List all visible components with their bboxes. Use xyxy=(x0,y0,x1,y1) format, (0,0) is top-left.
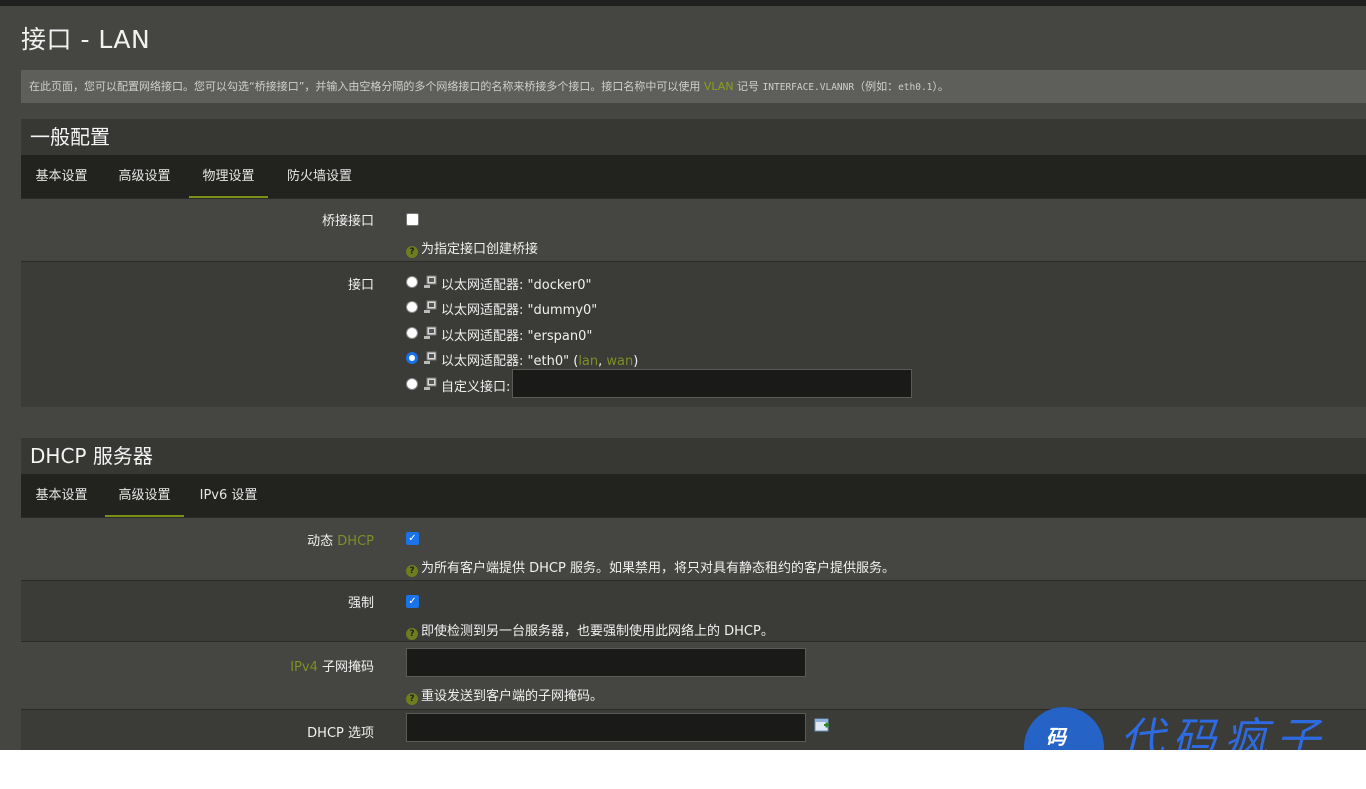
adapter-prefix: 以太网适配器: xyxy=(441,329,528,344)
custom-interface-label: 自定义接口: xyxy=(441,380,511,395)
help-icon: ? xyxy=(406,693,418,705)
interface-option-docker0[interactable]: 以太网适配器: "docker0" xyxy=(441,274,592,293)
description-code: eth0.1 xyxy=(898,82,933,93)
watermark-text: 代码疯子 xyxy=(1120,714,1328,750)
network-adapter-icon xyxy=(424,300,437,313)
force-checkbox[interactable]: ✓ xyxy=(406,595,419,608)
ipv4-netmask-label: IPv4 子网掩码 xyxy=(290,656,374,675)
dhcp-server-heading: DHCP 服务器 xyxy=(30,444,153,468)
description-text: ）。 xyxy=(932,80,949,93)
interface-radio-custom[interactable] xyxy=(406,378,418,390)
page-description: 在此页面，您可以配置网络接口。您可以勾选“桥接接口”，并输入由空格分隔的多个网络… xyxy=(21,70,1366,103)
tab-advanced-settings[interactable]: 高级设置 xyxy=(105,155,184,198)
dhcp-term-link[interactable]: DHCP xyxy=(337,534,374,549)
general-config-panel: 一般配置 基本设置 高级设置 物理设置 防火墙设置 桥接接口 ? 为指定接口创建桥… xyxy=(21,119,1366,407)
interface-radio-eth0[interactable] xyxy=(406,352,418,364)
force-label: 强制 xyxy=(347,596,374,611)
interface-radio-docker0[interactable] xyxy=(406,276,418,288)
ipv4-netmask-row: IPv4 子网掩码 ? 重设发送到客户端的子网掩码。 xyxy=(21,641,1366,709)
watermark: 码 代码疯子 xyxy=(1022,705,1366,750)
ipv4-netmask-input[interactable] xyxy=(406,648,806,677)
watermark-logo: 码 xyxy=(1024,707,1104,750)
adapter-prefix: 以太网适配器: xyxy=(441,354,528,369)
watermark-logo-text: 码 xyxy=(1046,725,1066,749)
zone-bracket: ( xyxy=(569,354,579,369)
zone-wan-link[interactable]: wan xyxy=(606,354,633,369)
tab-basic-settings[interactable]: 基本设置 xyxy=(21,155,102,198)
network-adapter-icon xyxy=(424,326,437,339)
add-entry-icon[interactable] xyxy=(814,717,830,733)
tab-dhcp-basic-settings[interactable]: 基本设置 xyxy=(21,474,102,517)
help-text: 即使检测到另一台服务器，也要强制使用此网络上的 DHCP。 xyxy=(421,624,774,639)
top-bar xyxy=(0,0,1366,6)
interface-radio-dummy0[interactable] xyxy=(406,301,418,313)
ipv4-netmask-help: ? 重设发送到客户端的子网掩码。 xyxy=(406,685,603,705)
page-title: 接口 - LAN xyxy=(21,25,151,54)
dhcp-server-tabs: 基本设置 高级设置 IPv6 设置 xyxy=(21,474,1366,517)
adapter-name: "docker0" xyxy=(527,278,592,293)
network-adapter-icon xyxy=(424,275,437,288)
bridge-interface-help: ? 为指定接口创建桥接 xyxy=(406,238,538,258)
dhcp-server-panel: DHCP 服务器 基本设置 高级设置 IPv6 设置 动态 DHCP ✓ ? 为所… xyxy=(21,438,1366,750)
bridge-interface-label: 桥接接口 xyxy=(321,214,374,229)
tab-dhcp-advanced-settings[interactable]: 高级设置 xyxy=(105,474,184,517)
config-page: 接口 - LAN 在此页面，您可以配置网络接口。您可以勾选“桥接接口”，并输入由… xyxy=(0,0,1366,750)
interface-option-erspan0[interactable]: 以太网适配器: "erspan0" xyxy=(441,325,592,344)
label-text: 子网掩码 xyxy=(317,660,374,675)
general-config-heading: 一般配置 xyxy=(30,125,110,149)
adapter-prefix: 以太网适配器: xyxy=(441,303,528,318)
dynamic-dhcp-row: 动态 DHCP ✓ ? 为所有客户端提供 DHCP 服务。如果禁用，将只对具有静态… xyxy=(21,517,1366,580)
force-help: ? 即使检测到另一台服务器，也要强制使用此网络上的 DHCP。 xyxy=(406,620,774,640)
dhcp-options-input[interactable] xyxy=(406,713,806,742)
interface-radio-erspan0[interactable] xyxy=(406,327,418,339)
adapter-name: "dummy0" xyxy=(527,303,598,318)
tab-dhcp-ipv6-settings[interactable]: IPv6 设置 xyxy=(189,474,268,517)
help-icon: ? xyxy=(406,246,418,258)
dynamic-dhcp-help: ? 为所有客户端提供 DHCP 服务。如果禁用，将只对具有静态租约的客户提供服务。 xyxy=(406,557,895,577)
dynamic-dhcp-label: 动态 DHCP xyxy=(307,530,374,549)
vlan-link[interactable]: VLAN xyxy=(704,80,734,93)
interface-option-dummy0[interactable]: 以太网适配器: "dummy0" xyxy=(441,299,597,318)
custom-interface-input[interactable] xyxy=(512,369,912,398)
description-text: 记号 xyxy=(733,80,763,93)
dynamic-dhcp-checkbox[interactable]: ✓ xyxy=(406,532,419,545)
zone-lan-link[interactable]: lan xyxy=(578,354,598,369)
general-config-tabs: 基本设置 高级设置 物理设置 防火墙设置 xyxy=(21,155,1366,198)
help-text: 重设发送到客户端的子网掩码。 xyxy=(421,689,604,704)
adapter-name: "eth0" xyxy=(527,354,570,369)
network-adapter-icon xyxy=(424,377,437,390)
force-row: 强制 ✓ ? 即使检测到另一台服务器，也要强制使用此网络上的 DHCP。 xyxy=(21,580,1366,641)
interface-label: 接口 xyxy=(347,278,374,293)
bridge-interface-checkbox[interactable] xyxy=(406,213,419,226)
adapter-name: "erspan0" xyxy=(527,329,593,344)
help-icon: ? xyxy=(406,628,418,640)
description-code: INTERFACE.VLANNR xyxy=(762,82,855,93)
dhcp-options-label: DHCP 选项 xyxy=(307,726,374,741)
label-text: 动态 xyxy=(307,534,338,549)
help-icon: ? xyxy=(406,565,418,577)
interface-option-eth0[interactable]: 以太网适配器: "eth0" (lan, wan) xyxy=(441,350,638,369)
ipv4-term-link[interactable]: IPv4 xyxy=(290,660,318,675)
help-text: 为所有客户端提供 DHCP 服务。如果禁用，将只对具有静态租约的客户提供服务。 xyxy=(421,561,895,576)
interface-row: 接口 以太网适配器: "docker0" 以太网适配器: "dummy0" 以太… xyxy=(21,261,1366,407)
description-text: 在此页面，您可以配置网络接口。您可以勾选“桥接接口”，并输入由空格分隔的多个网络… xyxy=(29,80,704,93)
help-text: 为指定接口创建桥接 xyxy=(421,242,539,257)
tab-physical-settings[interactable]: 物理设置 xyxy=(189,155,268,198)
description-text: （例如： xyxy=(854,80,899,93)
tab-firewall-settings[interactable]: 防火墙设置 xyxy=(273,155,366,198)
adapter-prefix: 以太网适配器: xyxy=(441,278,528,293)
network-adapter-icon xyxy=(424,351,437,364)
bridge-interface-row: 桥接接口 ? 为指定接口创建桥接 xyxy=(21,198,1366,261)
zone-bracket: ) xyxy=(633,354,639,369)
